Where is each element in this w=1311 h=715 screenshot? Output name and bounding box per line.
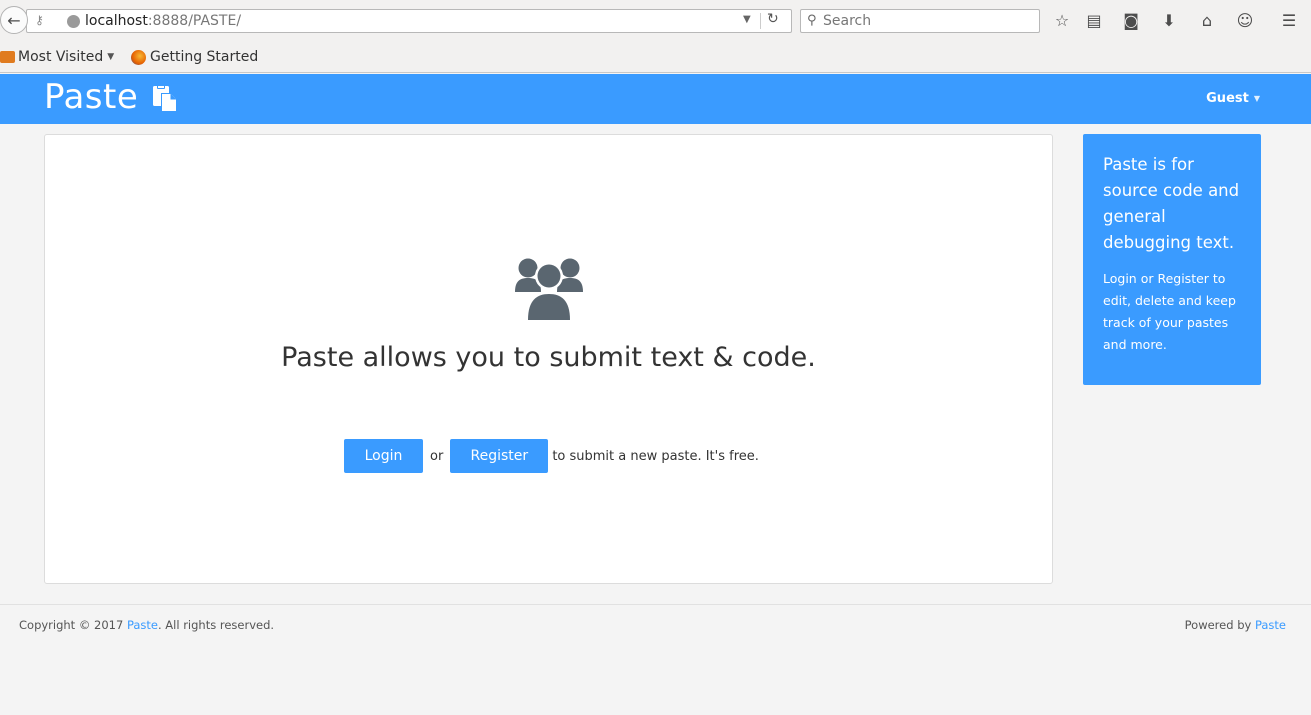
login-button[interactable]: Login bbox=[344, 439, 423, 473]
url-bar[interactable]: ⚷ localhost:8888/PASTE/ ▼ ↻ bbox=[26, 9, 792, 33]
info-sidebar: Paste is for source code and general deb… bbox=[1083, 134, 1261, 385]
footer-powered-by: Powered by Paste bbox=[1185, 618, 1286, 632]
key-icon: ⚷ bbox=[35, 13, 44, 27]
main-headline: Paste allows you to submit text & code. bbox=[281, 342, 816, 373]
bookmarks-toolbar: Most Visited ▼ Getting Started bbox=[0, 43, 1311, 73]
folder-icon bbox=[0, 51, 15, 63]
url-host: localhost bbox=[85, 13, 148, 29]
back-button[interactable]: ← bbox=[0, 6, 28, 34]
user-menu-dropdown[interactable]: Guest ▼ bbox=[1206, 91, 1260, 106]
main-panel: Paste allows you to submit text & code. … bbox=[44, 134, 1053, 584]
bookmark-most-visited[interactable]: Most Visited ▼ bbox=[0, 49, 114, 65]
powered-prefix: Powered by bbox=[1184, 618, 1255, 632]
browser-search-box[interactable]: ⚲ bbox=[800, 9, 1040, 33]
brand-title: Paste bbox=[44, 77, 139, 117]
footer-copyright: Copyright © 2017 Paste. All rights reser… bbox=[19, 618, 274, 632]
download-icon[interactable]: ⬇ bbox=[1158, 10, 1180, 32]
browser-search-input[interactable] bbox=[823, 11, 1033, 31]
app-navbar: Paste Guest ▼ bbox=[0, 74, 1311, 124]
copyright-prefix: Copyright © 2017 bbox=[19, 618, 127, 632]
paste-clipboard-icon bbox=[152, 85, 178, 117]
users-group-icon bbox=[513, 254, 585, 326]
brand-link[interactable]: Paste bbox=[44, 77, 178, 117]
url-history-dropdown-icon[interactable]: ▼ bbox=[743, 14, 751, 25]
url-separator bbox=[760, 13, 761, 29]
copyright-suffix: . All rights reserved. bbox=[157, 618, 275, 632]
pocket-icon[interactable]: ◙ bbox=[1120, 10, 1142, 32]
url-path: :8888/PASTE/ bbox=[147, 13, 242, 29]
reading-list-icon[interactable]: ▤ bbox=[1083, 10, 1105, 32]
bookmark-getting-started-label: Getting Started bbox=[150, 49, 259, 65]
footer-powered-link[interactable]: Paste bbox=[1255, 618, 1286, 632]
footer-divider bbox=[0, 604, 1311, 605]
reload-icon[interactable]: ↻ bbox=[767, 11, 779, 27]
firefox-icon bbox=[131, 49, 146, 65]
globe-icon bbox=[67, 15, 80, 28]
url-text[interactable]: localhost:8888/PASTE/ bbox=[85, 13, 241, 29]
call-to-action-row: Login or Register to submit a new paste.… bbox=[344, 439, 759, 473]
bookmark-getting-started[interactable]: Getting Started bbox=[131, 49, 258, 65]
chevron-down-icon: ▼ bbox=[107, 52, 115, 62]
back-arrow-icon: ← bbox=[7, 10, 21, 30]
chat-icon[interactable]: ☺ bbox=[1234, 10, 1256, 32]
sidebar-text: Login or Register to edit, delete and ke… bbox=[1103, 271, 1236, 352]
sidebar-title: Paste is for source code and general deb… bbox=[1103, 155, 1240, 252]
footer-copyright-link[interactable]: Paste bbox=[127, 618, 158, 632]
cta-tail-text: to submit a new paste. It's free. bbox=[552, 448, 759, 464]
bookmark-star-icon[interactable]: ☆ bbox=[1051, 10, 1073, 32]
register-button[interactable]: Register bbox=[450, 439, 549, 473]
search-icon: ⚲ bbox=[807, 13, 817, 28]
browser-toolbar: ⚷ localhost:8888/PASTE/ ▼ ↻ ← ⚲ ☆ ▤ ◙ ⬇ … bbox=[0, 0, 1311, 43]
or-text: or bbox=[430, 448, 444, 464]
caret-down-icon: ▼ bbox=[1253, 94, 1260, 103]
bookmark-most-visited-label: Most Visited bbox=[18, 49, 104, 65]
home-icon[interactable]: ⌂ bbox=[1196, 10, 1218, 32]
menu-icon[interactable]: ☰ bbox=[1278, 10, 1300, 32]
user-menu-label: Guest bbox=[1206, 91, 1249, 106]
